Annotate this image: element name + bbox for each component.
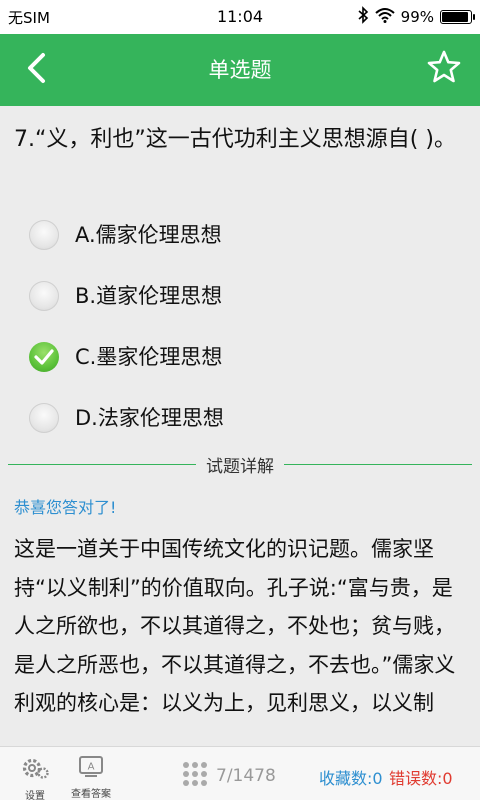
question-text: 7.“义，利也”这一古代功利主义思想源自( )。: [14, 127, 456, 152]
nav-bar: 单选题: [0, 34, 480, 106]
divider-line: [8, 463, 196, 465]
option-d[interactable]: D.法家伦理思想: [0, 389, 480, 450]
settings-button[interactable]: 设置: [13, 755, 57, 800]
status-bar: 无SIM 11:04 99%: [0, 0, 480, 34]
star-outline-icon: [426, 49, 462, 89]
divider-line: [284, 463, 472, 465]
wifi-icon: [374, 7, 395, 27]
option-label: D.法家伦理思想: [75, 406, 224, 430]
check-circle-icon: [29, 342, 59, 372]
radio-unchecked-icon: [29, 281, 59, 311]
detail-divider: 试题详解: [8, 452, 472, 477]
favorite-button[interactable]: [422, 46, 466, 92]
radio-unchecked-icon: [29, 220, 59, 250]
detail-heading: 试题详解: [206, 456, 274, 477]
favorites-count[interactable]: 收藏数:0: [319, 765, 383, 789]
question-grid-button[interactable]: 7/1478: [182, 761, 276, 791]
answer-card-icon: A: [78, 756, 104, 783]
progress-counter: 7/1478: [216, 766, 276, 786]
battery-percent: 99%: [400, 8, 434, 26]
svg-text:A: A: [88, 762, 95, 773]
option-a[interactable]: A.儒家伦理思想: [0, 206, 480, 267]
bottom-toolbar: 设置 A 查看答案 7/1478 收藏数:0 错误数:0: [0, 746, 480, 800]
feedback-text: 恭喜您答对了!: [14, 498, 117, 517]
option-label: C.墨家伦理思想: [75, 345, 223, 369]
page-title: 单选题: [208, 58, 272, 82]
radio-unchecked-icon: [29, 403, 59, 433]
option-c[interactable]: C.墨家伦理思想: [0, 328, 480, 389]
battery-icon: [440, 10, 475, 24]
view-answer-label: 查看答案: [71, 789, 111, 800]
option-list: A.儒家伦理思想 B.道家伦理思想 C.墨家伦理思想 D.法家伦理思想: [0, 206, 480, 450]
bluetooth-icon: [357, 6, 369, 28]
option-b[interactable]: B.道家伦理思想: [0, 267, 480, 328]
explanation-text: 这是一道关于中国传统文化的识记题。儒家坚持“以义制利”的价值取向。孔子说:“富与…: [14, 537, 456, 715]
view-answer-button[interactable]: A 查看答案: [66, 755, 116, 800]
status-icons: 99%: [357, 6, 475, 28]
errors-count[interactable]: 错误数:0: [389, 765, 453, 789]
option-label: A.儒家伦理思想: [75, 223, 222, 247]
grid-dots-icon: [182, 761, 208, 791]
settings-label: 设置: [25, 791, 45, 800]
gear-icon: [21, 758, 49, 785]
option-label: B.道家伦理思想: [75, 284, 223, 308]
